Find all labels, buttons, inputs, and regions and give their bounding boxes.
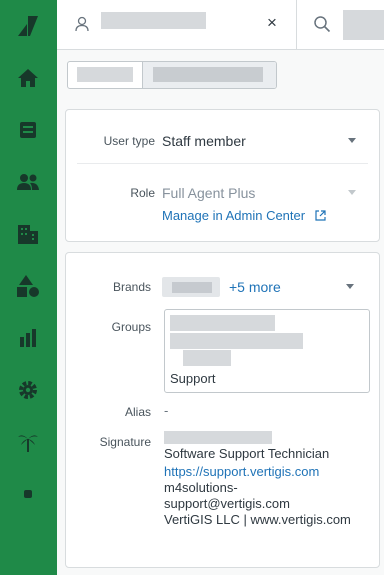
objects-icon[interactable] <box>14 272 42 300</box>
chevron-down-icon <box>346 284 354 289</box>
zendesk-logo-icon[interactable] <box>14 12 42 40</box>
chevron-down-icon <box>348 138 356 143</box>
signature-line: Software Support Technician <box>164 446 330 461</box>
role-value: Full Agent Plus <box>162 185 256 201</box>
groups-label: Groups <box>111 320 151 334</box>
group-redacted-3 <box>183 350 231 366</box>
search-icon[interactable] <box>313 15 331 33</box>
user-type-label: User type <box>103 134 155 148</box>
tab-user-profile[interactable]: × <box>57 0 297 49</box>
brand-name-redacted <box>172 282 212 293</box>
signature-field[interactable]: Software Support Technician https://supp… <box>164 431 379 528</box>
reporting-icon[interactable] <box>14 324 42 352</box>
tab-title-redacted <box>101 12 206 29</box>
manage-in-admin-center-link[interactable]: Manage in Admin Center <box>162 208 326 223</box>
signature-name-redacted <box>164 431 379 446</box>
breadcrumb-user[interactable] <box>143 62 276 88</box>
views-icon[interactable] <box>14 116 42 144</box>
user-details-card: Brands +5 more Groups Support Alias - Si… <box>65 252 380 568</box>
divider <box>77 163 368 164</box>
brands-more-link: +5 more <box>229 279 281 295</box>
external-link-icon <box>315 210 326 221</box>
brands-select[interactable]: +5 more <box>162 275 368 301</box>
tab-bar: × <box>57 0 384 50</box>
alias-label: Alias <box>124 405 151 419</box>
group-item-support: Support <box>170 371 216 386</box>
organizations-icon[interactable] <box>14 220 42 248</box>
groups-list[interactable]: Support <box>164 309 370 393</box>
signature-label: Signature <box>99 435 151 449</box>
breadcrumb-org-redacted <box>77 67 133 82</box>
role-select: Full Agent Plus <box>162 176 368 206</box>
user-type-card: User type Staff member Role Full Agent P… <box>65 109 380 242</box>
user-type-select[interactable]: Staff member <box>162 124 368 158</box>
home-icon[interactable] <box>14 64 42 92</box>
sidebar-nav <box>0 0 57 575</box>
palm-tree-icon[interactable] <box>14 428 42 456</box>
apps-icon[interactable] <box>14 480 42 508</box>
chevron-down-icon <box>348 190 356 195</box>
user-profile-panel: × User type Staff member Role Full Agent… <box>57 0 384 575</box>
breadcrumb-organization[interactable] <box>68 62 143 88</box>
breadcrumb-user-redacted <box>153 67 263 82</box>
search-tab-redacted <box>343 10 384 40</box>
signature-link[interactable]: https://support.vertigis.com <box>164 464 379 480</box>
signature-line: m4solutions- <box>164 480 238 495</box>
user-type-value: Staff member <box>162 133 246 149</box>
alias-value: - <box>164 403 169 418</box>
breadcrumb <box>67 61 277 89</box>
manage-link-text: Manage in Admin Center <box>162 208 306 223</box>
tab-close-icon[interactable]: × <box>267 14 277 32</box>
customers-icon[interactable] <box>14 168 42 196</box>
brands-label: Brands <box>112 280 151 294</box>
user-icon <box>75 16 89 32</box>
group-redacted-2 <box>170 333 303 349</box>
role-label: Role <box>130 186 155 200</box>
signature-line: support@vertigis.com <box>164 496 290 511</box>
admin-icon[interactable] <box>14 376 42 404</box>
group-redacted-1 <box>170 315 275 331</box>
signature-line: VertiGIS LLC | www.vertigis.com <box>164 512 351 527</box>
